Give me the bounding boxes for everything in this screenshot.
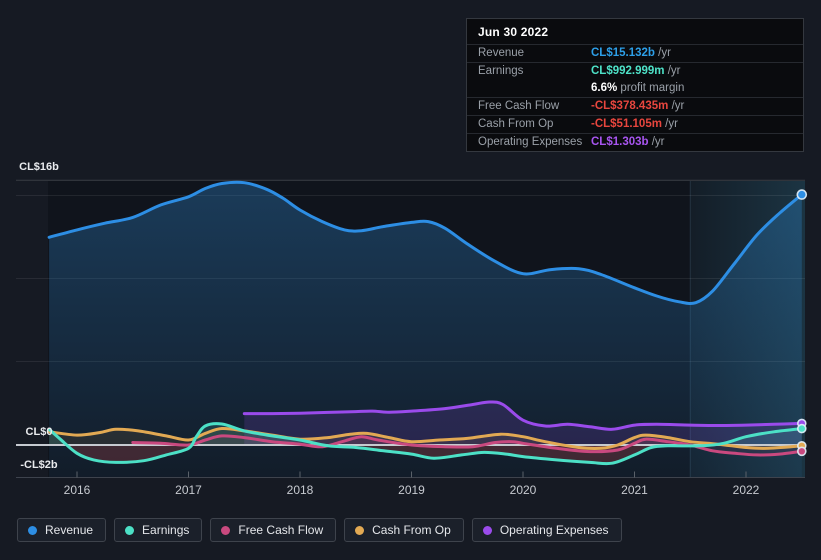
y-axis-label-cl2b: -CL$2b [20, 459, 58, 471]
legend-label: Operating Expenses [499, 523, 609, 537]
legend-label: Cash From Op [372, 523, 451, 537]
tooltip-unit: /yr [667, 65, 681, 77]
tooltip-row-operating-expenses: Operating Expenses CL$1.303b /yr [467, 133, 803, 151]
earnings-dot-icon [125, 525, 135, 535]
tooltip-label: Operating Expenses [478, 136, 583, 148]
operating-expenses-dot-icon [482, 525, 492, 535]
legend-item-free-cash-flow[interactable]: Free Cash Flow [210, 518, 337, 542]
x-axis-label-2019: 2019 [398, 483, 425, 497]
tooltip-value-cash-from-op: -CL$51.105m [591, 118, 662, 130]
profit-margin-label: profit margin [620, 82, 685, 94]
tooltip-unit: /yr [651, 136, 665, 148]
profit-margin-value: 6.6% [591, 82, 618, 94]
tooltip-value-free-cash-flow: -CL$378.435m [591, 100, 669, 112]
tooltip-row-earnings: Earnings CL$992.999m /yr [467, 62, 803, 80]
legend: Revenue Earnings Free Cash Flow Cash Fro… [17, 518, 622, 542]
endpoint-marker-free-cash-flow[interactable] [796, 446, 807, 457]
tooltip-label: Cash From Op [478, 118, 554, 130]
y-axis-label-cl0: CL$0 [26, 426, 53, 438]
x-axis-label-2018: 2018 [287, 483, 314, 497]
x-axis-label-2021: 2021 [621, 483, 648, 497]
tooltip-value-revenue: CL$15.132b [591, 47, 655, 59]
tooltip-label: Free Cash Flow [478, 100, 560, 112]
legend-item-revenue[interactable]: Revenue [17, 518, 107, 542]
x-axis-labels: 2016 2017 2018 2019 2020 2021 2022 [64, 483, 760, 497]
tooltip: Jun 30 2022 Revenue CL$15.132b /yr Earni… [466, 18, 804, 152]
x-axis-label-2020: 2020 [510, 483, 537, 497]
tooltip-label: Earnings [478, 65, 524, 77]
legend-label: Revenue [45, 523, 94, 537]
tooltip-value-operating-expenses: CL$1.303b [591, 136, 649, 148]
cash-from-op-dot-icon [355, 525, 365, 535]
x-axis-label-2022: 2022 [733, 483, 760, 497]
tooltip-row-cash-from-op: Cash From Op -CL$51.105m /yr [467, 115, 803, 133]
legend-label: Free Cash Flow [238, 523, 324, 537]
endpoint-marker-revenue[interactable] [796, 189, 808, 200]
endpoint-marker-earnings[interactable] [796, 423, 807, 434]
y-axis-label-cl16b: CL$16b [19, 161, 59, 173]
legend-item-operating-expenses[interactable]: Operating Expenses [471, 518, 622, 542]
tooltip-row-free-cash-flow: Free Cash Flow -CL$378.435m /yr [467, 97, 803, 115]
tooltip-value-earnings: CL$992.999m [591, 65, 665, 77]
tooltip-unit: /yr [658, 47, 671, 59]
revenue-dot-icon [28, 525, 37, 535]
tooltip-date: Jun 30 2022 [478, 25, 549, 39]
x-axis-label-2017: 2017 [175, 483, 202, 497]
chart-panel: 2016 2017 2018 2019 2020 2021 2022 CL$16b CL$0 -C… [0, 0, 821, 560]
tooltip-label: Revenue [478, 47, 525, 59]
legend-label: Earnings [142, 523, 190, 537]
tooltip-unit: /yr [665, 118, 678, 130]
x-axis-label-2016: 2016 [64, 483, 91, 497]
legend-item-cash-from-op[interactable]: Cash From Op [344, 518, 464, 542]
legend-item-earnings[interactable]: Earnings [114, 518, 203, 542]
tooltip-row-profit-margin: 6.6% profit margin [467, 80, 803, 97]
tooltip-unit: /yr [671, 100, 685, 112]
tooltip-row-revenue: Revenue CL$15.132b /yr [467, 44, 803, 62]
free-cash-flow-dot-icon [221, 525, 231, 535]
